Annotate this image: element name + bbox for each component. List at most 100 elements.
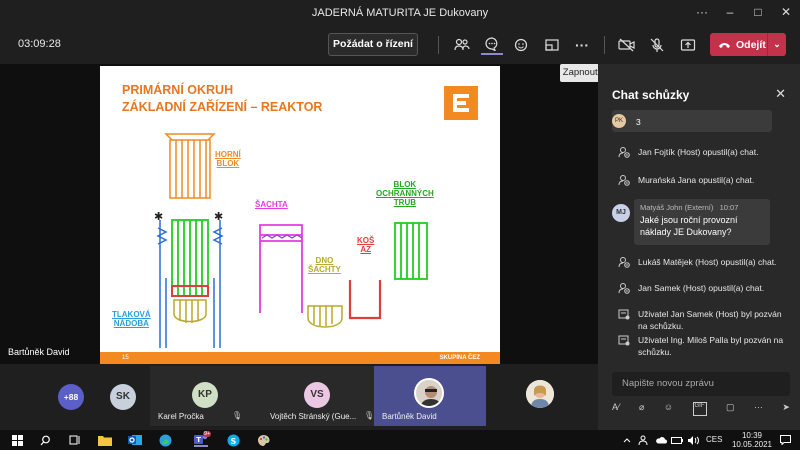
chat-event: Jan Fojtík (Host) opustil(a) chat.: [618, 146, 788, 161]
sticker-icon[interactable]: ▢: [726, 402, 735, 416]
phone-hangup-icon: [719, 42, 730, 48]
battery-icon[interactable]: [670, 433, 684, 447]
shaft-drawing: [259, 224, 303, 313]
partial-message-count: 3: [636, 117, 641, 127]
upper-block-drawing: [164, 133, 216, 199]
input-language[interactable]: CES: [706, 435, 722, 444]
compose-toolbar: A⁄ ⌀ ☺ GIF ▢ ··· ➤: [612, 402, 790, 416]
chat-compose-input[interactable]: Napište novou zprávu: [612, 372, 790, 396]
person-left-icon: [618, 146, 630, 161]
chat-event: Uživatel Ing. Miloš Palla byl pozván na …: [618, 334, 788, 358]
mic-off-icon: 🎙︎: [364, 411, 375, 420]
request-control-button[interactable]: Požádat o řízení: [328, 33, 418, 56]
leave-label: Odejít: [736, 38, 766, 51]
edge-icon[interactable]: [158, 433, 172, 447]
avatar: PK: [612, 114, 626, 128]
clock-date: 10.05.2021: [731, 440, 772, 449]
chat-icon[interactable]: [481, 35, 503, 55]
chat-event: Lukáš Matějek (Host) opustil(a) chat.: [618, 256, 788, 271]
chat-event: Jan Samek (Host) opustil(a) chat.: [618, 282, 788, 297]
chevron-up-icon[interactable]: [620, 433, 634, 447]
send-icon[interactable]: ➤: [782, 402, 790, 416]
teams-notification-badge: 9+: [203, 431, 212, 437]
cez-logo: [444, 86, 478, 120]
core-drawing: [171, 219, 209, 297]
chat-event-text: Uživatel Jan Samek (Host) byl pozván na …: [638, 309, 782, 331]
window-title-bar: JADERNÁ MATURITA JE Dukovany ··· – □ ✕: [0, 0, 800, 26]
more-options-icon[interactable]: ···: [688, 0, 716, 26]
avatar: MJ: [612, 204, 630, 222]
slide-title-line1: PRIMÁRNÍ OKRUH: [122, 83, 234, 97]
message-author: Matyáš John (Externí): [640, 203, 714, 212]
overflow-participants[interactable]: +88: [58, 384, 84, 410]
participant-video-thumbnail[interactable]: [526, 380, 554, 408]
chevron-down-icon[interactable]: ⌄: [768, 39, 786, 50]
people-icon[interactable]: [636, 433, 650, 447]
chat-event-text: Jan Samek (Host) opustil(a) chat.: [638, 283, 765, 293]
maximize-icon[interactable]: □: [744, 0, 772, 26]
invite-icon: [618, 334, 630, 358]
participant-name: Vojtěch Stránský (Gue...: [270, 412, 357, 421]
participant-name: Karel Pročka: [158, 412, 204, 421]
windows-start-icon[interactable]: [10, 433, 24, 447]
shared-content-stage: PRIMÁRNÍ OKRUH ZÁKLADNÍ ZAŘÍZENÍ – REAKT…: [0, 64, 598, 364]
breakout-rooms-icon[interactable]: [541, 35, 563, 55]
message-time: 10:07: [719, 203, 739, 212]
share-screen-icon[interactable]: [677, 35, 699, 55]
chat-event: Uživatel Jan Samek (Host) byl pozván na …: [618, 308, 788, 332]
more-options-icon[interactable]: ···: [754, 402, 763, 416]
core-basket-part-drawing: [348, 280, 382, 320]
chat-title: Chat schůzky: [612, 88, 690, 102]
cloud-icon[interactable]: [654, 433, 668, 447]
gif-icon[interactable]: GIF: [692, 402, 707, 416]
meeting-toolbar: 03:09:28 Požádat o řízení ··· Odejít ⌄: [0, 26, 800, 64]
close-icon[interactable]: ✕: [775, 86, 786, 102]
file-explorer-icon[interactable]: [98, 433, 112, 447]
participant-tile-presenter[interactable]: Bartůněk David: [374, 366, 486, 426]
mic-off-icon[interactable]: [646, 35, 668, 55]
leave-button[interactable]: Odejít ⌄: [710, 33, 786, 56]
reactions-icon[interactable]: [511, 35, 533, 55]
skype-icon[interactable]: S: [226, 433, 240, 447]
window-title: JADERNÁ MATURITA JE Dukovany: [311, 7, 489, 19]
chat-event-text: Jan Fojtík (Host) opustil(a) chat.: [638, 147, 759, 157]
outlook-icon[interactable]: [128, 433, 142, 447]
paint-icon[interactable]: [256, 433, 270, 447]
presentation-slide: PRIMÁRNÍ OKRUH ZÁKLADNÍ ZAŘÍZENÍ – REAKT…: [100, 66, 500, 364]
teams-icon[interactable]: T 9+: [194, 431, 212, 447]
label-pressure-vessel: TLAKOVÁ NÁDOBA: [112, 310, 151, 328]
search-icon[interactable]: [38, 433, 52, 447]
clock-time: 10:39: [741, 431, 762, 440]
participants-icon[interactable]: [451, 35, 473, 55]
emoji-icon[interactable]: ☺: [664, 402, 673, 416]
chat-event-text: Murańská Jana opustil(a) chat.: [638, 175, 755, 185]
system-clock[interactable]: 10:39 10.05.2021: [732, 431, 772, 449]
slide-footer: 15 SKUPINA ČEZ: [100, 352, 500, 364]
invite-icon: [618, 308, 630, 332]
volume-icon[interactable]: [686, 433, 700, 447]
notifications-icon[interactable]: [778, 433, 792, 447]
participant-tile[interactable]: VS Vojtěch Stránský (Gue... 🎙︎: [262, 366, 374, 426]
task-view-icon[interactable]: [68, 433, 82, 447]
label-upper-block: HORNÍ BLOK: [215, 150, 241, 168]
toolbar-divider: [604, 36, 605, 54]
message-text: Jaké jsou roční provozní náklady JE Duko…: [640, 215, 738, 237]
camera-off-icon[interactable]: [616, 35, 638, 55]
label-shaft-bottom: DNO ŠACHTY: [308, 256, 341, 274]
avatar: VS: [304, 382, 330, 408]
shaft-bottom-drawing: [307, 305, 343, 328]
avatar[interactable]: SK: [110, 384, 136, 410]
format-icon[interactable]: A⁄: [612, 402, 620, 416]
guide-tube-block-drawing: [394, 222, 428, 280]
chat-event-text: Uživatel Ing. Miloš Palla byl pozván na …: [638, 335, 784, 357]
minimize-icon[interactable]: –: [716, 0, 744, 26]
chat-event-text: Lukáš Matějek (Host) opustil(a) chat.: [638, 257, 777, 267]
close-window-icon[interactable]: ✕: [772, 0, 800, 26]
more-actions-icon[interactable]: ···: [571, 35, 593, 55]
svg-text:✱: ✱: [214, 210, 223, 223]
attach-icon[interactable]: ⌀: [639, 402, 644, 416]
participant-tile[interactable]: KP Karel Pročka 🎙︎: [150, 366, 262, 426]
vessel-bottom-drawing: [173, 299, 207, 323]
svg-text:✱: ✱: [154, 210, 163, 223]
slide-page-number: 15: [122, 355, 129, 361]
